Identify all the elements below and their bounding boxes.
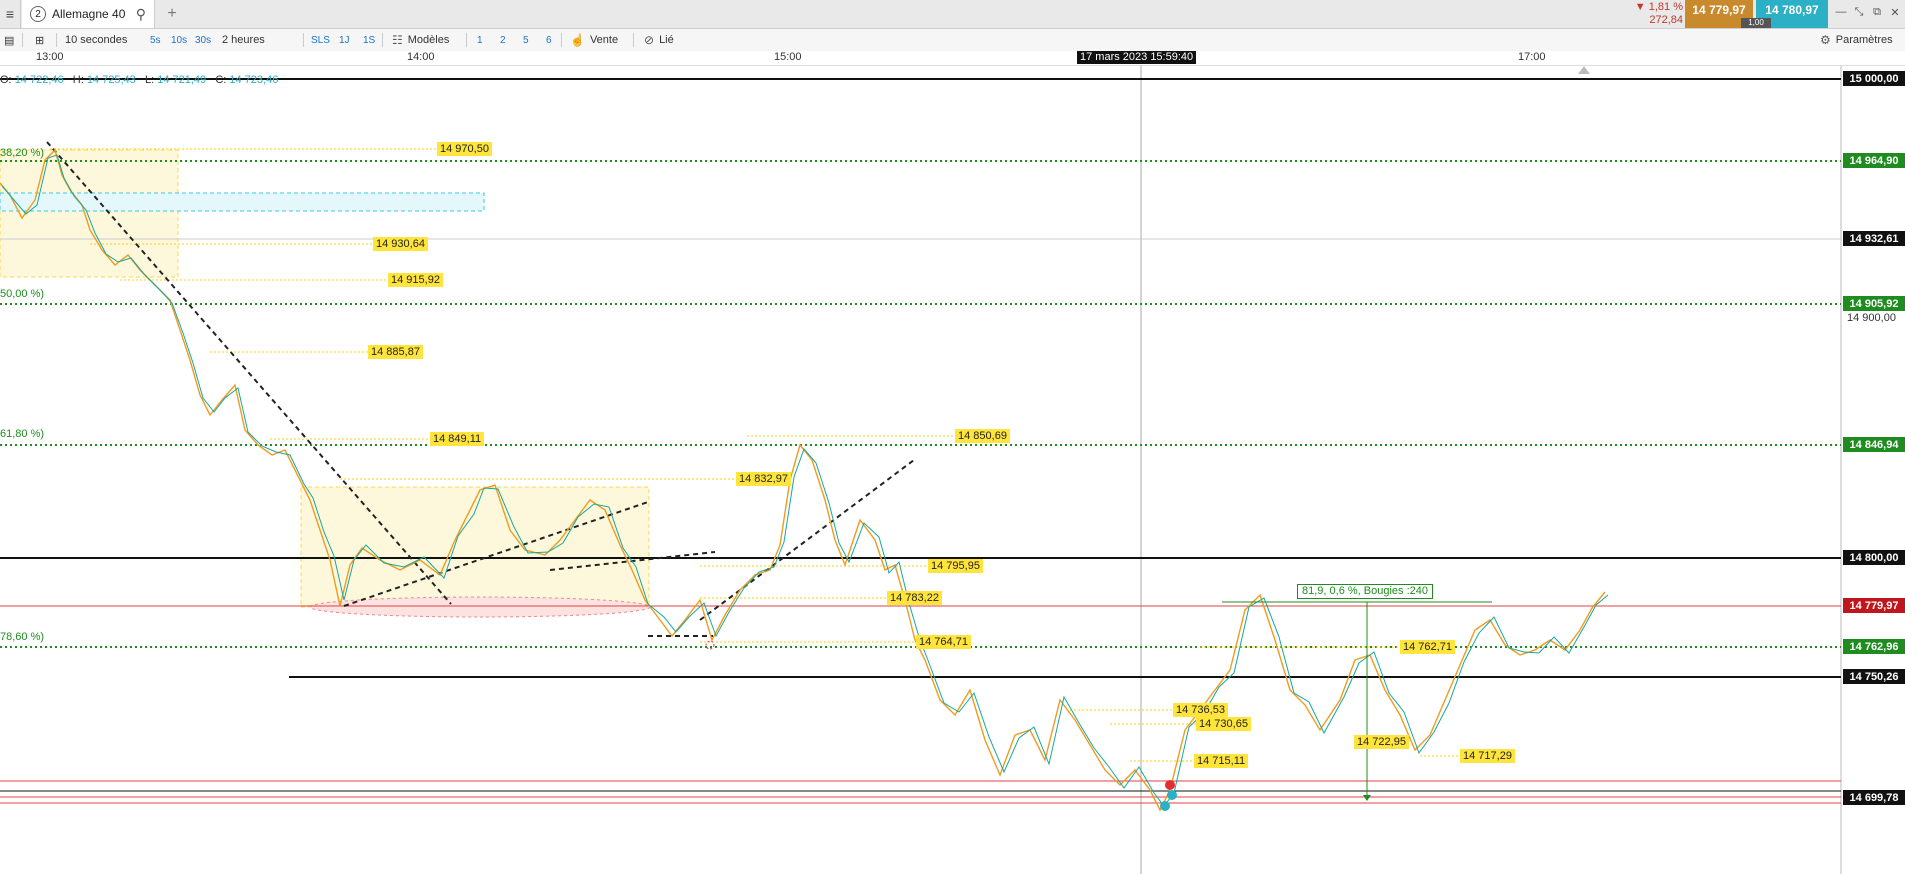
fib-label-618: 61,80 %) [0,428,45,440]
level-label[interactable]: 14 736,53 [1173,703,1228,717]
fib-label-500: 50,00 %) [0,288,45,300]
level-label[interactable]: 14 849,11 [430,432,485,446]
ohlc-open: 14 722,46 [14,74,64,86]
price-tag: 14 964,90 [1843,153,1905,168]
ohlc-low: 14 721,49 [157,74,207,86]
level-label[interactable]: 14 885,87 [368,345,423,359]
price-tag: 14 750,26 [1843,669,1905,684]
price-tag: 14 846,94 [1843,437,1905,452]
level-label[interactable]: 14 764,71 [916,635,971,649]
level-label[interactable]: 14 930,64 [373,237,428,251]
level-label[interactable]: 14 715,11 [1194,754,1249,768]
level-label[interactable]: 14 970,50 [437,142,492,156]
level-label[interactable]: 14 717,29 [1460,749,1515,763]
price-tag: 14 762,96 [1843,639,1905,654]
level-label[interactable]: 14 915,92 [388,273,443,287]
level-label[interactable]: 14 783,22 [887,591,942,605]
level-label[interactable]: 14 730,65 [1196,717,1251,731]
measure-tool-label[interactable]: 81,9, 0,6 %, Bougies :240 [1297,584,1433,599]
ohlc-l-label: L: [144,74,155,86]
ohlc-high: 14 725,43 [86,74,136,86]
price-axis-label: 14 900,00 [1847,312,1896,324]
fib-label-382: 38,20 %) [0,147,45,159]
ohlc-h-label: H: [72,74,84,86]
ohlc-o-label: O: [0,74,12,86]
level-label[interactable]: 14 850,69 [955,429,1010,443]
level-label[interactable]: 14 832,97 [736,472,791,486]
ohlc-readout: O: 14 722,46 H: 14 725,43 L: 14 721,49 C… [0,74,278,86]
price-tag: 14 699,78 [1843,790,1905,805]
level-label[interactable]: 14 762,71 [1400,640,1455,654]
price-tag: 14 905,92 [1843,296,1905,311]
price-tag: 14 800,00 [1843,550,1905,565]
fib-label-786: 78,60 %) [0,631,45,643]
level-label[interactable]: 14 722,95 [1354,735,1409,749]
current-price-tag: 14 779,97 [1843,598,1905,613]
price-tag: 15 000,00 [1843,71,1905,86]
ohlc-close: 14 723,46 [229,74,279,86]
ohlc-c-label: C: [215,74,227,86]
level-label[interactable]: 14 795,95 [928,559,983,573]
price-chart[interactable] [0,0,1905,874]
price-tag: 14 932,61 [1843,231,1905,246]
